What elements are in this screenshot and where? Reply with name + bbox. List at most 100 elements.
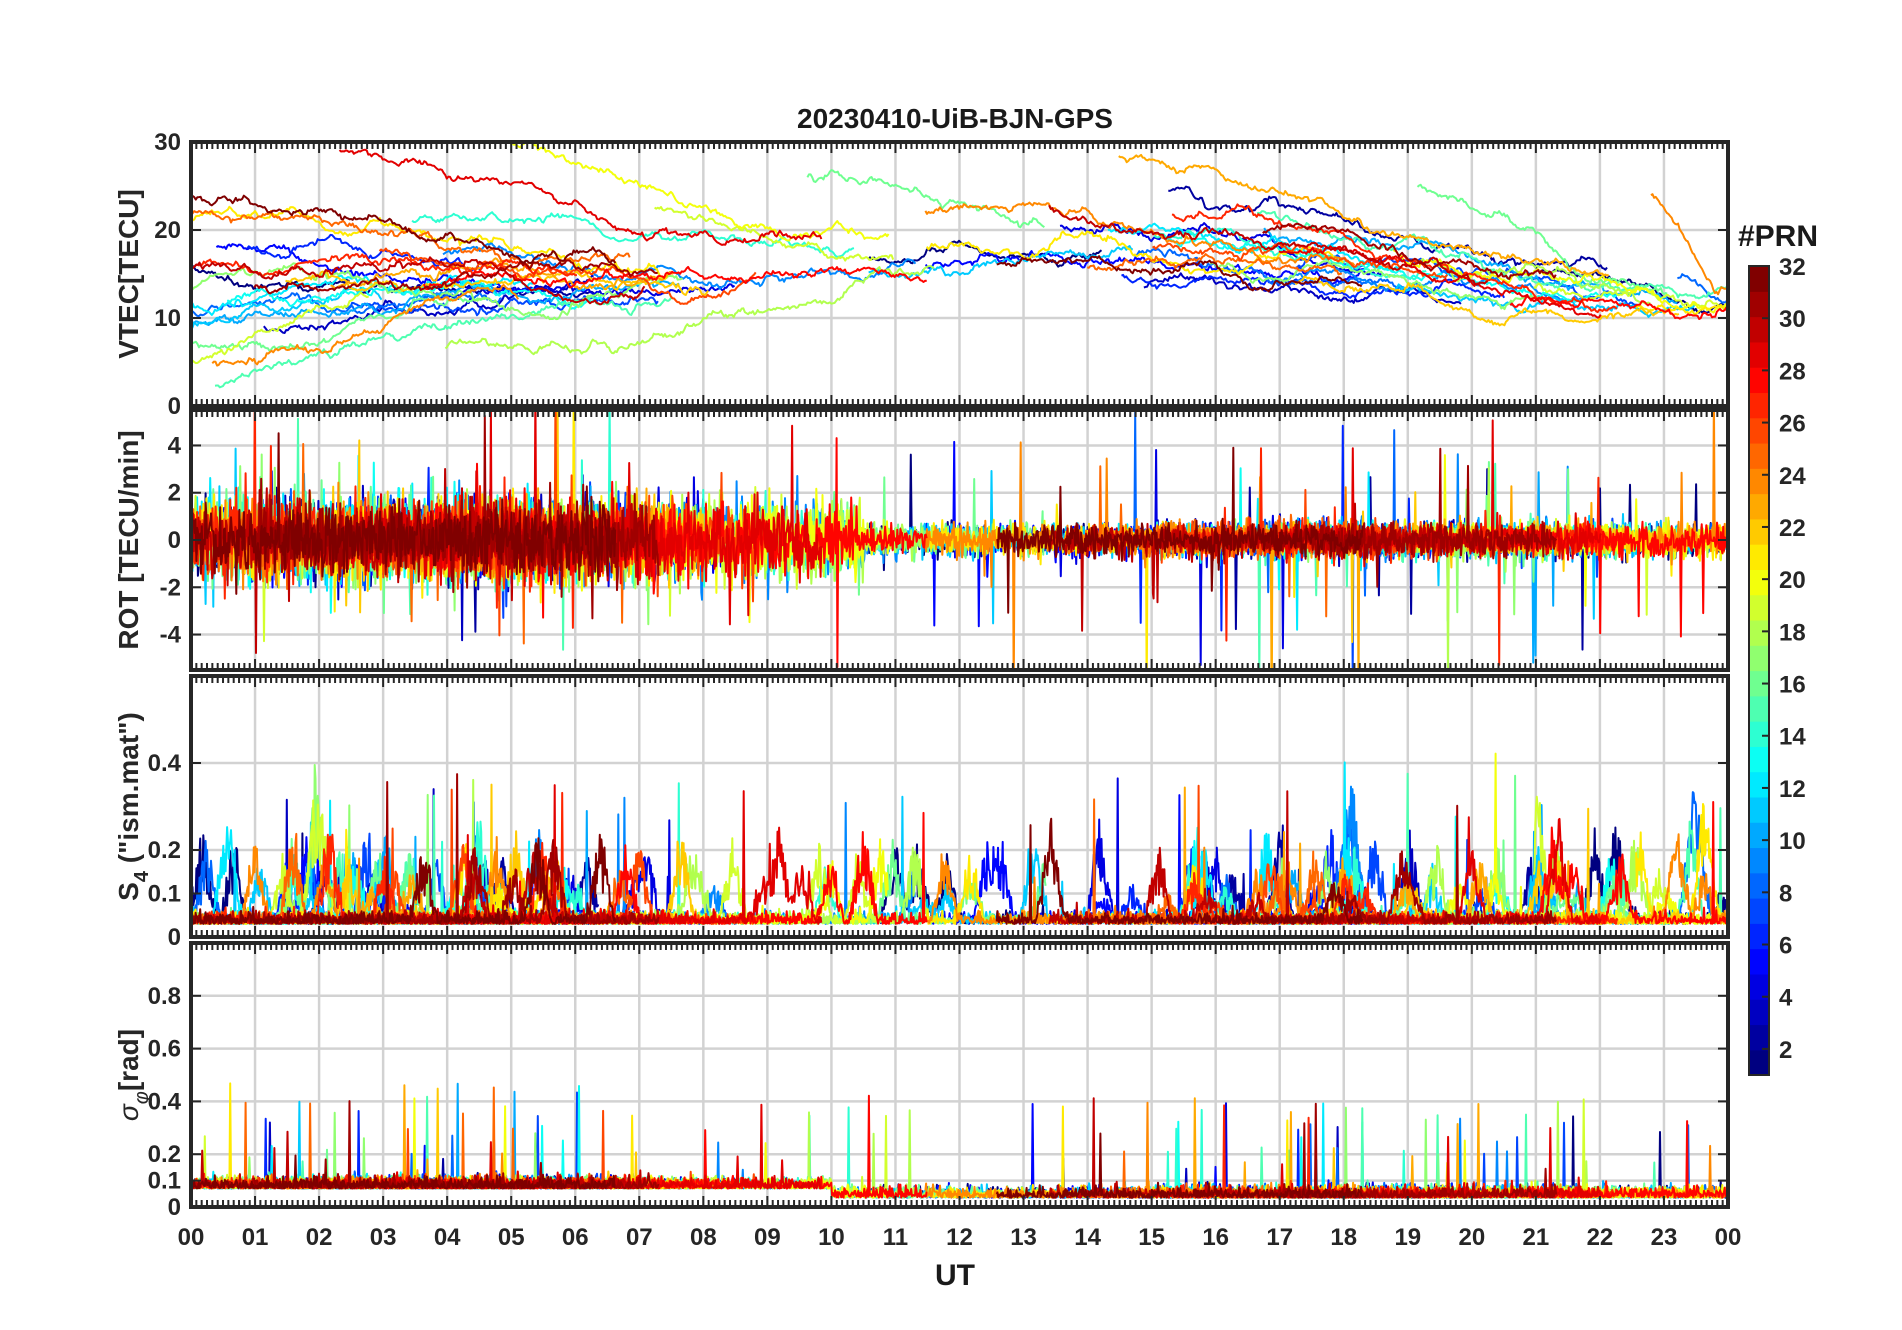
- colorbar-segment: [1749, 341, 1769, 368]
- y-axis-label-rest: [rad]: [113, 1029, 144, 1091]
- x-tick-label: 03: [370, 1224, 397, 1251]
- y-tick-label: 4: [168, 432, 182, 459]
- y-tick-label: 0.8: [148, 983, 181, 1010]
- colorbar-segment: [1749, 468, 1769, 495]
- colorbar-segment: [1749, 266, 1769, 292]
- x-tick-label: 20: [1458, 1224, 1485, 1251]
- colorbar-segment: [1749, 291, 1769, 318]
- x-tick-label: 02: [306, 1224, 333, 1251]
- x-tick-label: 10: [818, 1224, 845, 1251]
- colorbar-segment: [1749, 392, 1769, 419]
- y-axis-label-main: σ: [113, 1103, 144, 1121]
- colorbar-segment: [1749, 822, 1769, 849]
- colorbar-segment: [1749, 569, 1769, 596]
- y-tick-label: 0.4: [148, 750, 182, 777]
- y-tick-label: -2: [160, 574, 181, 601]
- y-axis-label-rest: ("ism.mat"): [113, 712, 144, 871]
- colorbar-tick-label: 32: [1779, 254, 1806, 281]
- y-tick-label: 0: [168, 393, 181, 420]
- x-tick-label: 16: [1202, 1224, 1229, 1251]
- colorbar-segment: [1749, 316, 1769, 343]
- y-tick-label: 2: [168, 480, 181, 507]
- colorbar-segment: [1749, 721, 1769, 747]
- y-tick-label: 0.2: [148, 837, 181, 864]
- colorbar-segment: [1749, 493, 1769, 520]
- colorbar-tick-label: 28: [1779, 358, 1806, 385]
- x-tick-label: 09: [754, 1224, 781, 1251]
- x-tick-label: 08: [690, 1224, 717, 1251]
- colorbar: 2468101214161820222426283032: [1748, 254, 1806, 1076]
- x-tick-label: 01: [242, 1224, 269, 1251]
- figure: 20230410-UiB-BJN-GPS 0102030VTEC[TECU]-4…: [113, 103, 1818, 1292]
- colorbar-segment: [1749, 948, 1769, 975]
- colorbar-tick-label: 20: [1779, 567, 1806, 594]
- x-tick-label: 15: [1138, 1224, 1165, 1251]
- colorbar-label: #PRN: [1738, 220, 1818, 253]
- colorbar-segment: [1749, 442, 1769, 469]
- colorbar-segment: [1749, 695, 1769, 722]
- panel-1: 0 10 20 30 VTEC[TECU]: [113, 129, 1730, 420]
- y-tick-label: 0.2: [148, 1141, 181, 1168]
- x-tick-label: 19: [1394, 1224, 1421, 1251]
- colorbar-tick-label: 22: [1779, 515, 1806, 542]
- colorbar-tick-label: 16: [1779, 672, 1806, 699]
- y-tick-label: 10: [154, 305, 181, 332]
- y-axis-label: ROT [TECU/min]: [113, 430, 144, 649]
- colorbar-segment: [1749, 544, 1769, 570]
- colorbar-segment: [1749, 847, 1769, 874]
- x-tick-label: 17: [1266, 1224, 1293, 1251]
- colorbar-segment: [1749, 1024, 1769, 1051]
- y-tick-label: 30: [154, 129, 181, 156]
- x-tick-label: 00: [1715, 1224, 1742, 1251]
- y-axis-label-sub: φ: [131, 1091, 153, 1104]
- y-tick-label: 0: [168, 527, 181, 554]
- x-tick-label: 12: [946, 1224, 973, 1251]
- colorbar-tick-label: 6: [1779, 933, 1792, 960]
- x-tick-label: 22: [1587, 1224, 1614, 1251]
- colorbar-segment: [1749, 1049, 1769, 1076]
- colorbar-tick-label: 2: [1779, 1037, 1792, 1064]
- colorbar-segment: [1749, 872, 1769, 899]
- colorbar-segment: [1749, 594, 1769, 621]
- y-tick-label: 0.1: [148, 881, 181, 908]
- y-axis-label: VTEC[TECU]: [113, 189, 144, 359]
- x-tick-label: 13: [1010, 1224, 1037, 1251]
- y-tick-label: 0: [168, 924, 181, 951]
- colorbar-segment: [1749, 796, 1769, 823]
- x-tick-label: 00: [178, 1224, 205, 1251]
- colorbar-segment: [1749, 771, 1769, 798]
- x-tick-label: 14: [1074, 1224, 1101, 1251]
- x-axis-label: UT: [935, 1259, 975, 1292]
- colorbar-tick-label: 8: [1779, 880, 1792, 907]
- y-tick-label: 20: [154, 217, 181, 244]
- colorbar-tick-label: 26: [1779, 411, 1806, 438]
- y-tick-label: -4: [160, 622, 182, 649]
- x-tick-label: 05: [498, 1224, 525, 1251]
- colorbar-segment: [1749, 518, 1769, 545]
- panel-4: 00.10.20.40.60.8σφ[rad]: [113, 941, 1730, 1221]
- x-tick-label: 07: [626, 1224, 653, 1251]
- colorbar-tick-label: 14: [1779, 724, 1806, 751]
- x-tick-label: 18: [1330, 1224, 1357, 1251]
- y-tick-label: 0: [168, 1194, 181, 1221]
- y-tick-label: 0.6: [148, 1036, 181, 1063]
- x-tick-label: 11: [883, 1224, 908, 1251]
- x-tick-label: 06: [562, 1224, 589, 1251]
- colorbar-segment: [1749, 746, 1769, 773]
- colorbar-segment: [1749, 999, 1769, 1026]
- x-tick-label: 23: [1651, 1224, 1678, 1251]
- colorbar-tick-label: 10: [1779, 828, 1806, 855]
- panel-3: 0 0.1 0.2 0.4S4 ("ism.mat"): [113, 674, 1730, 951]
- y-axis-label: S4 ("ism.mat"): [113, 712, 153, 901]
- colorbar-tick-label: 18: [1779, 619, 1806, 646]
- colorbar-segment: [1749, 645, 1769, 672]
- colorbar-tick-label: 30: [1779, 306, 1806, 333]
- x-tick-label: 04: [434, 1224, 461, 1251]
- colorbar-tick-label: 12: [1779, 776, 1806, 803]
- colorbar-tick-label: 4: [1779, 985, 1793, 1012]
- y-axis-label-main: S: [113, 882, 144, 901]
- panels: 0102030VTEC[TECU]-4-2024ROT [TECU/min]00…: [113, 129, 1730, 1221]
- colorbar-segment: [1749, 898, 1769, 924]
- y-tick-label: 0.1: [148, 1168, 181, 1195]
- colorbar-tick-label: 24: [1779, 463, 1806, 490]
